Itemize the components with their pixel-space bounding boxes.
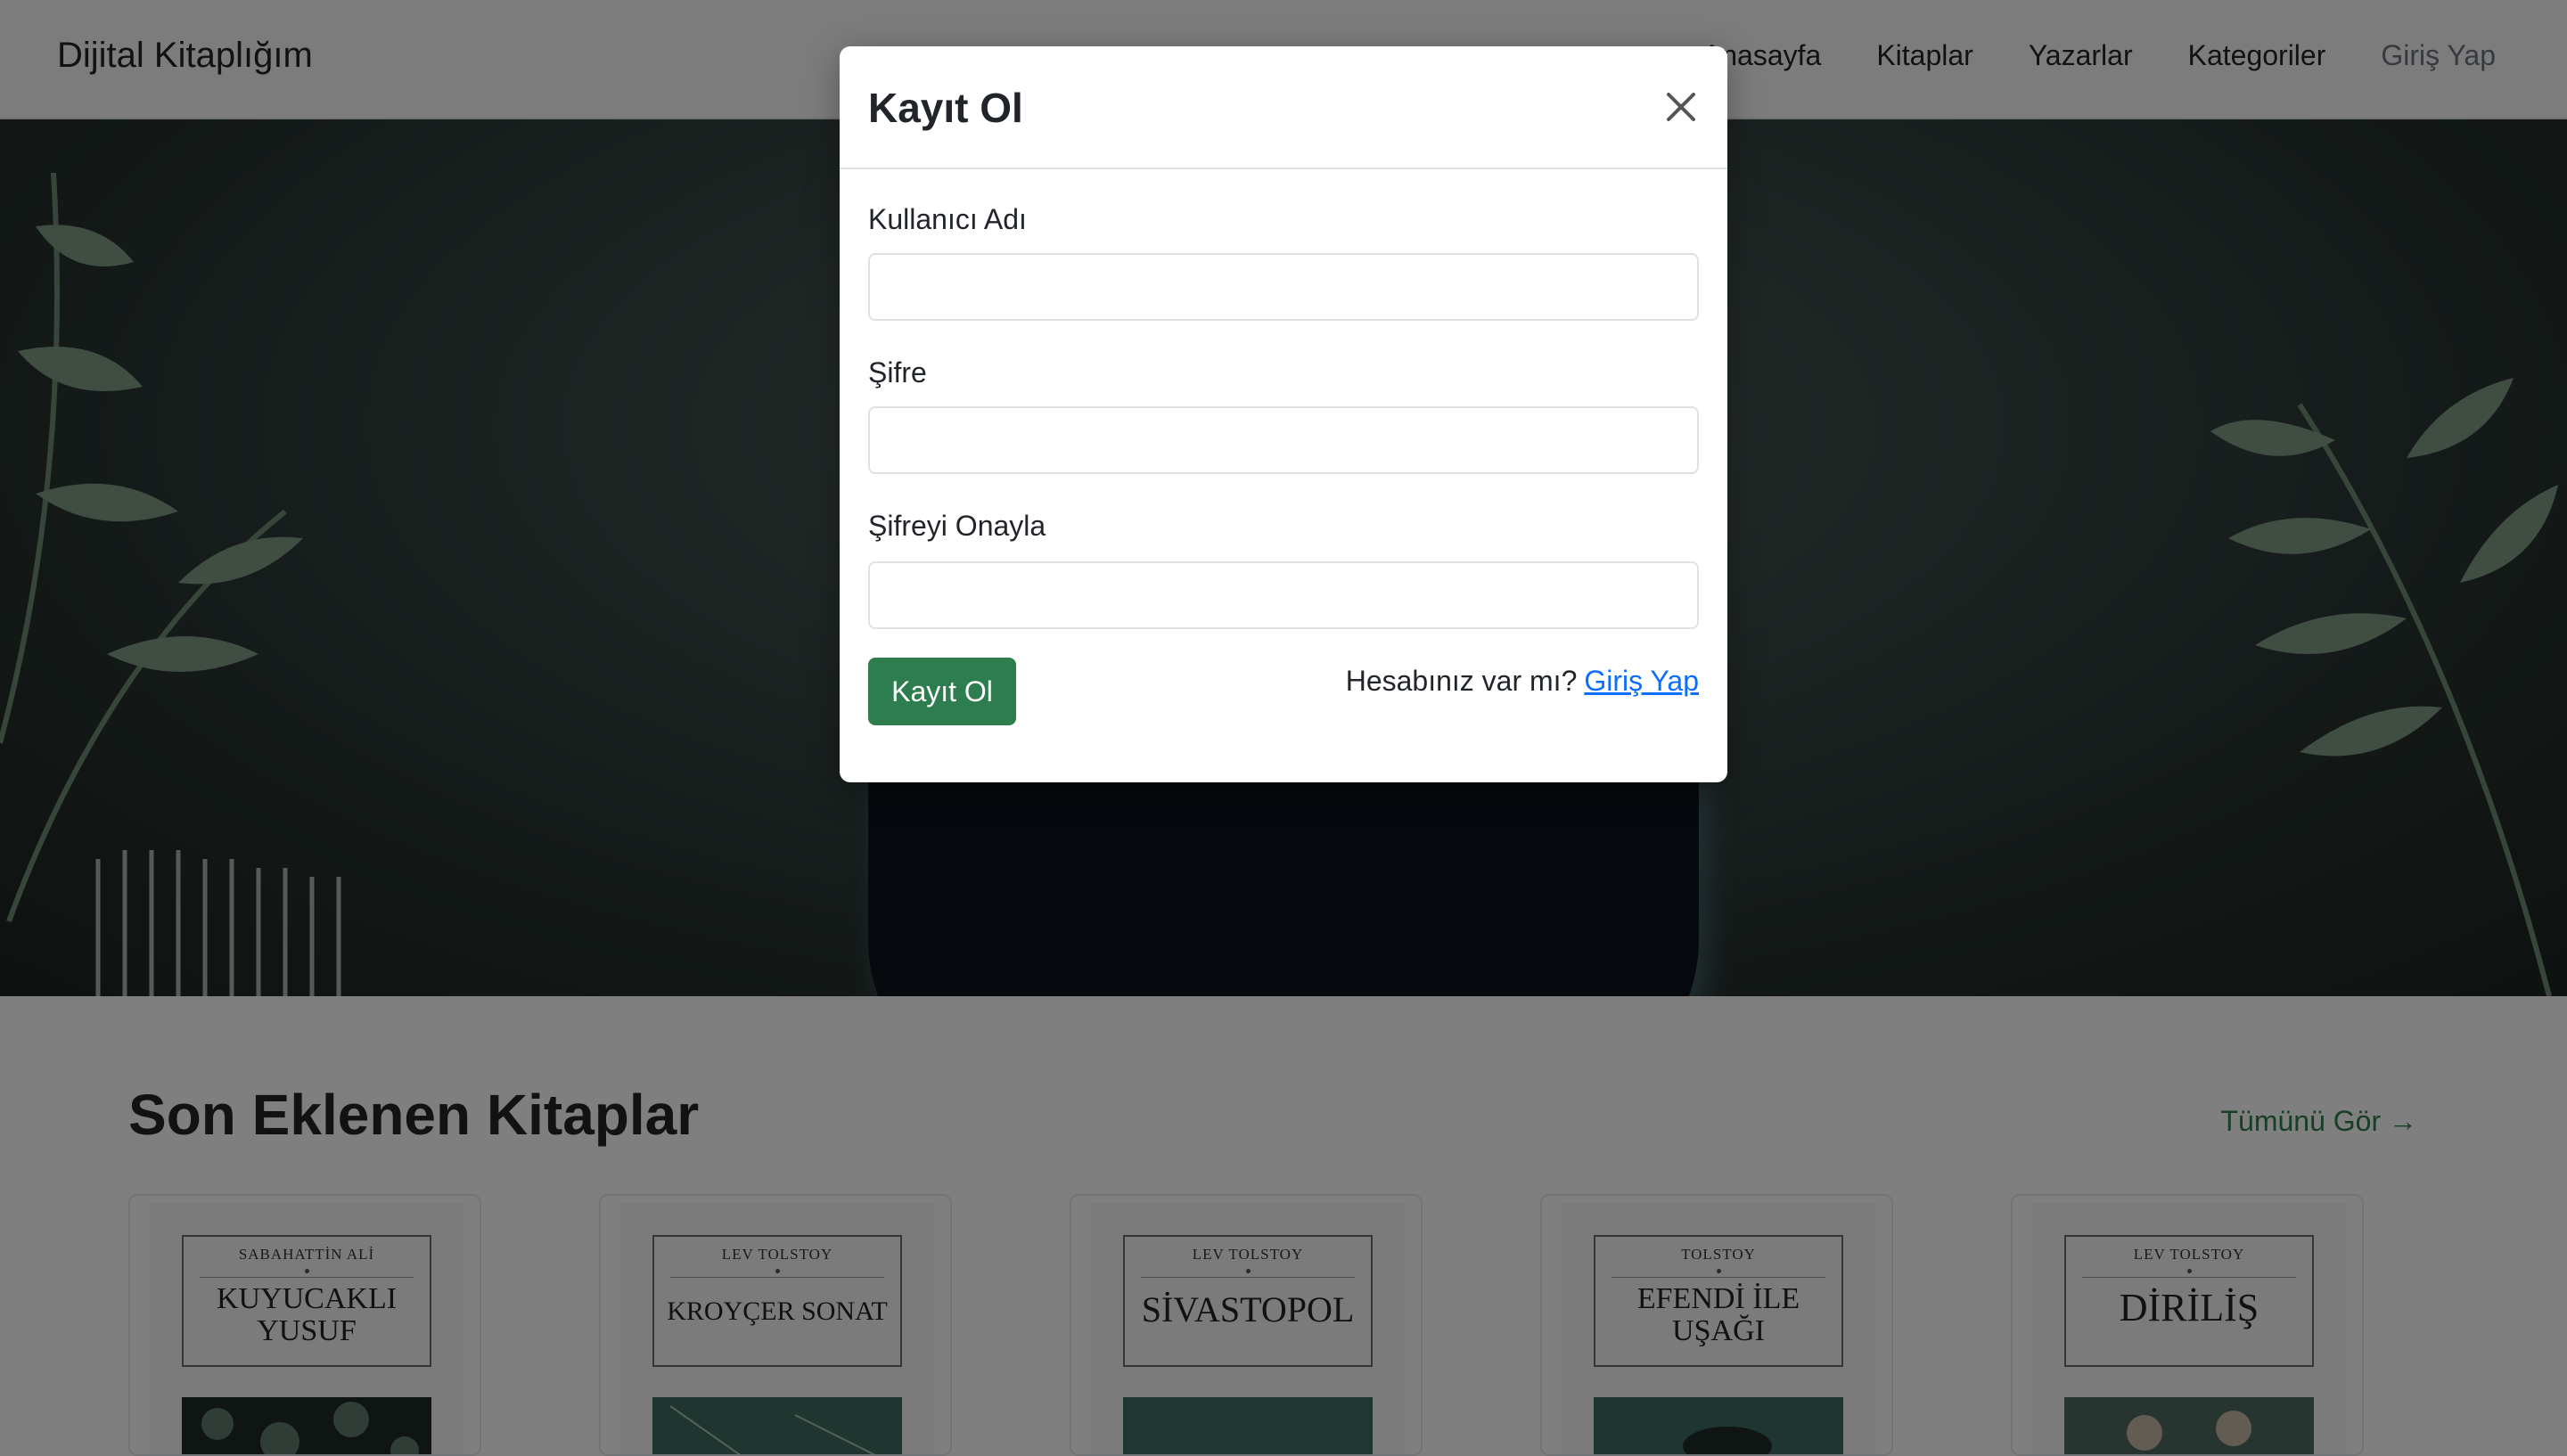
close-icon	[1667, 93, 1695, 121]
close-button[interactable]	[1656, 82, 1706, 132]
password-label: Şifre	[868, 356, 927, 389]
login-prompt: Hesabınız var mı? Giriş Yap	[1346, 665, 1699, 698]
login-prompt-text: Hesabınız var mı?	[1345, 665, 1578, 697]
modal-title: Kayıt Ol	[868, 85, 1023, 131]
password-input[interactable]	[868, 406, 1699, 474]
register-modal: Kayıt Ol Kullanıcı Adı Şifre Şifreyi Ona…	[840, 46, 1727, 782]
username-label: Kullanıcı Adı	[868, 203, 1027, 235]
confirm-password-input[interactable]	[868, 561, 1699, 629]
modal-header: Kayıt Ol	[840, 46, 1727, 169]
register-submit-button[interactable]: Kayıt Ol	[868, 658, 1016, 725]
confirm-password-label: Şifreyi Onayla	[868, 510, 1046, 542]
login-link[interactable]: Giriş Yap	[1584, 665, 1699, 697]
username-input[interactable]	[868, 253, 1699, 321]
